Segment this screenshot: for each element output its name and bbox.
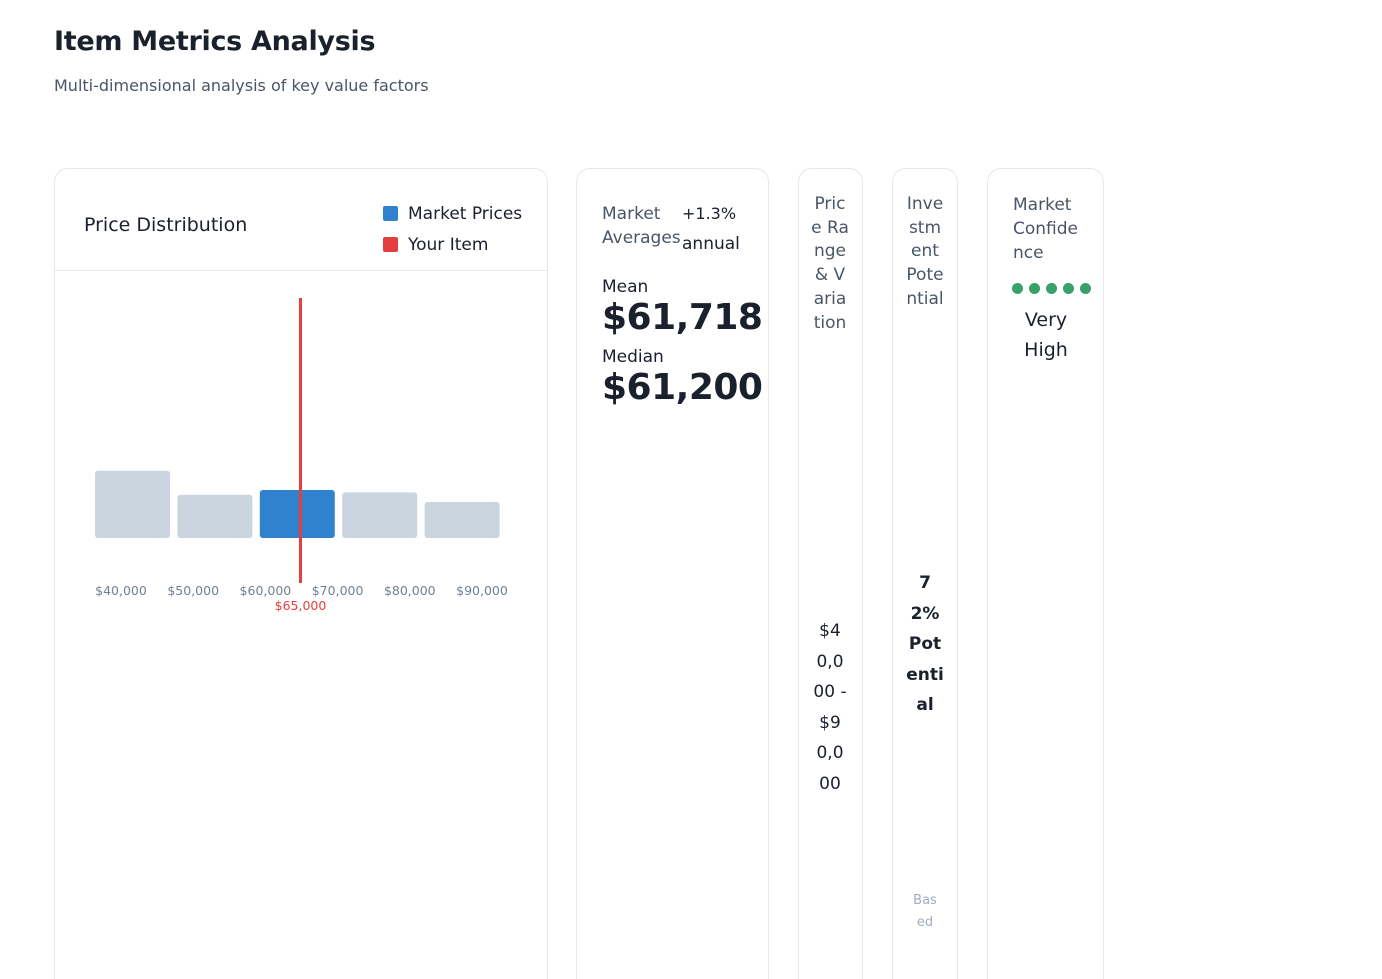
histogram-bar — [177, 494, 253, 538]
averages-change-pct: +1.3% — [682, 204, 737, 223]
legend-label-your-item: Your Item — [408, 234, 489, 255]
range-title: Price Range & Variation — [811, 194, 849, 333]
price-distribution-chart: $40,000 $50,000 $60,000 $70,000 $80,000 $90,0… — [95, 298, 508, 613]
x-tick-label: $90,000 — [456, 583, 508, 598]
price-range-card: Price Range & Variation $40,000 - $90,00… — [798, 168, 863, 979]
x-tick-label: $80,000 — [384, 583, 436, 598]
legend-swatch-your-item — [383, 237, 398, 252]
median-value: $61,200 — [602, 367, 763, 408]
chart-legend: Market Prices Your Item — [383, 198, 522, 260]
mean-label: Mean — [602, 277, 649, 297]
investment-value: 72% Potential — [906, 573, 944, 716]
histogram-bar — [342, 492, 418, 538]
confidence-dot — [1080, 283, 1091, 294]
confidence-dot — [1063, 283, 1074, 294]
confidence-dot — [1046, 283, 1057, 294]
histogram-bar — [424, 502, 500, 538]
averages-change-period: annual — [682, 234, 740, 254]
mean-value: $61,718 — [602, 297, 763, 338]
legend-item-market-prices: Market Prices — [383, 198, 522, 229]
confidence-dot — [1029, 283, 1040, 294]
price-distribution-card: Price Distribution Market Prices Your It… — [54, 168, 548, 979]
investment-potential-card: Investment Potential 72% Potential Based — [892, 168, 958, 979]
investment-note: Based — [913, 893, 937, 930]
histogram-bar — [95, 470, 170, 538]
x-tick-label: $40,000 — [95, 583, 147, 598]
market-confidence-card: Market Confidence Very High — [987, 168, 1104, 979]
page-title: Item Metrics Analysis — [54, 26, 376, 57]
confidence-title: Market Confidence — [1013, 195, 1079, 263]
price-distribution-header: Price Distribution Market Prices Your It… — [55, 169, 547, 271]
page-subtitle: Multi-dimensional analysis of key value … — [54, 76, 429, 95]
legend-label-market-prices: Market Prices — [408, 203, 523, 224]
confidence-dot — [1012, 283, 1023, 294]
x-tick-label: $60,000 — [240, 583, 292, 598]
averages-title: Market Averages — [602, 204, 681, 248]
range-value: $40,000 - $90,000 — [813, 621, 847, 794]
confidence-level: Very High — [1024, 309, 1068, 361]
x-tick-label: $50,000 — [167, 583, 219, 598]
your-item-marker-label: $65,000 — [275, 598, 327, 613]
median-label: Median — [602, 347, 664, 367]
legend-swatch-market-prices — [383, 206, 398, 221]
averages-change: +1.3% annual — [682, 198, 762, 260]
chart-title: Price Distribution — [84, 214, 248, 236]
histogram-bar — [259, 490, 335, 538]
market-averages-card: Market Averages +1.3% annual Mean $61,71… — [576, 168, 769, 979]
x-tick-label: $70,000 — [312, 583, 364, 598]
legend-item-your-item: Your Item — [383, 229, 522, 260]
investment-title: Investment Potential — [906, 194, 944, 309]
confidence-rating — [1012, 283, 1097, 294]
